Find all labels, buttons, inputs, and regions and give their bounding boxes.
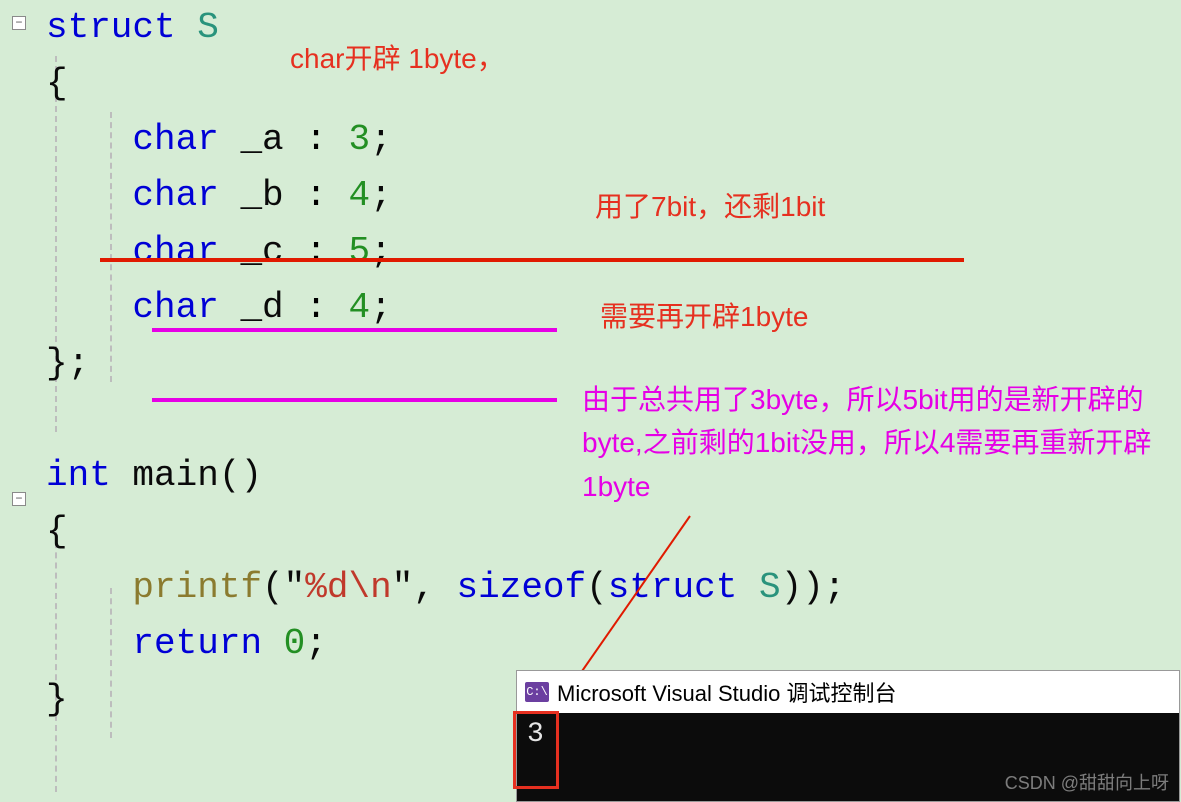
fold-icon[interactable] bbox=[12, 16, 26, 30]
console-icon: C:\ bbox=[525, 682, 549, 702]
code-line: { bbox=[40, 56, 1180, 112]
console-titlebar[interactable]: C:\ Microsoft Visual Studio 调试控制台 bbox=[517, 671, 1179, 713]
code-line: char _b : 4; bbox=[40, 168, 1180, 224]
code-line: int main() bbox=[40, 448, 1180, 504]
code-line: char _a : 3; bbox=[40, 112, 1180, 168]
code-line: char _c : 5; bbox=[40, 224, 1180, 280]
console-output-text: 3 bbox=[527, 719, 544, 750]
code-editor[interactable]: struct S { char _a : 3; char _b : 4; cha… bbox=[40, 0, 1180, 728]
code-line: { bbox=[40, 504, 1180, 560]
watermark-text: CSDN @甜甜向上呀 bbox=[1005, 769, 1169, 795]
code-line: char _d : 4; bbox=[40, 280, 1180, 336]
code-line: struct S bbox=[40, 0, 1180, 56]
code-line: }; bbox=[40, 336, 1180, 392]
code-line: return 0; bbox=[40, 616, 1180, 672]
fold-icon[interactable] bbox=[12, 492, 26, 506]
editor-gutter bbox=[0, 0, 40, 801]
console-title: Microsoft Visual Studio 调试控制台 bbox=[557, 676, 896, 708]
code-line: printf("%d\n", sizeof(struct S)); bbox=[40, 560, 1180, 616]
